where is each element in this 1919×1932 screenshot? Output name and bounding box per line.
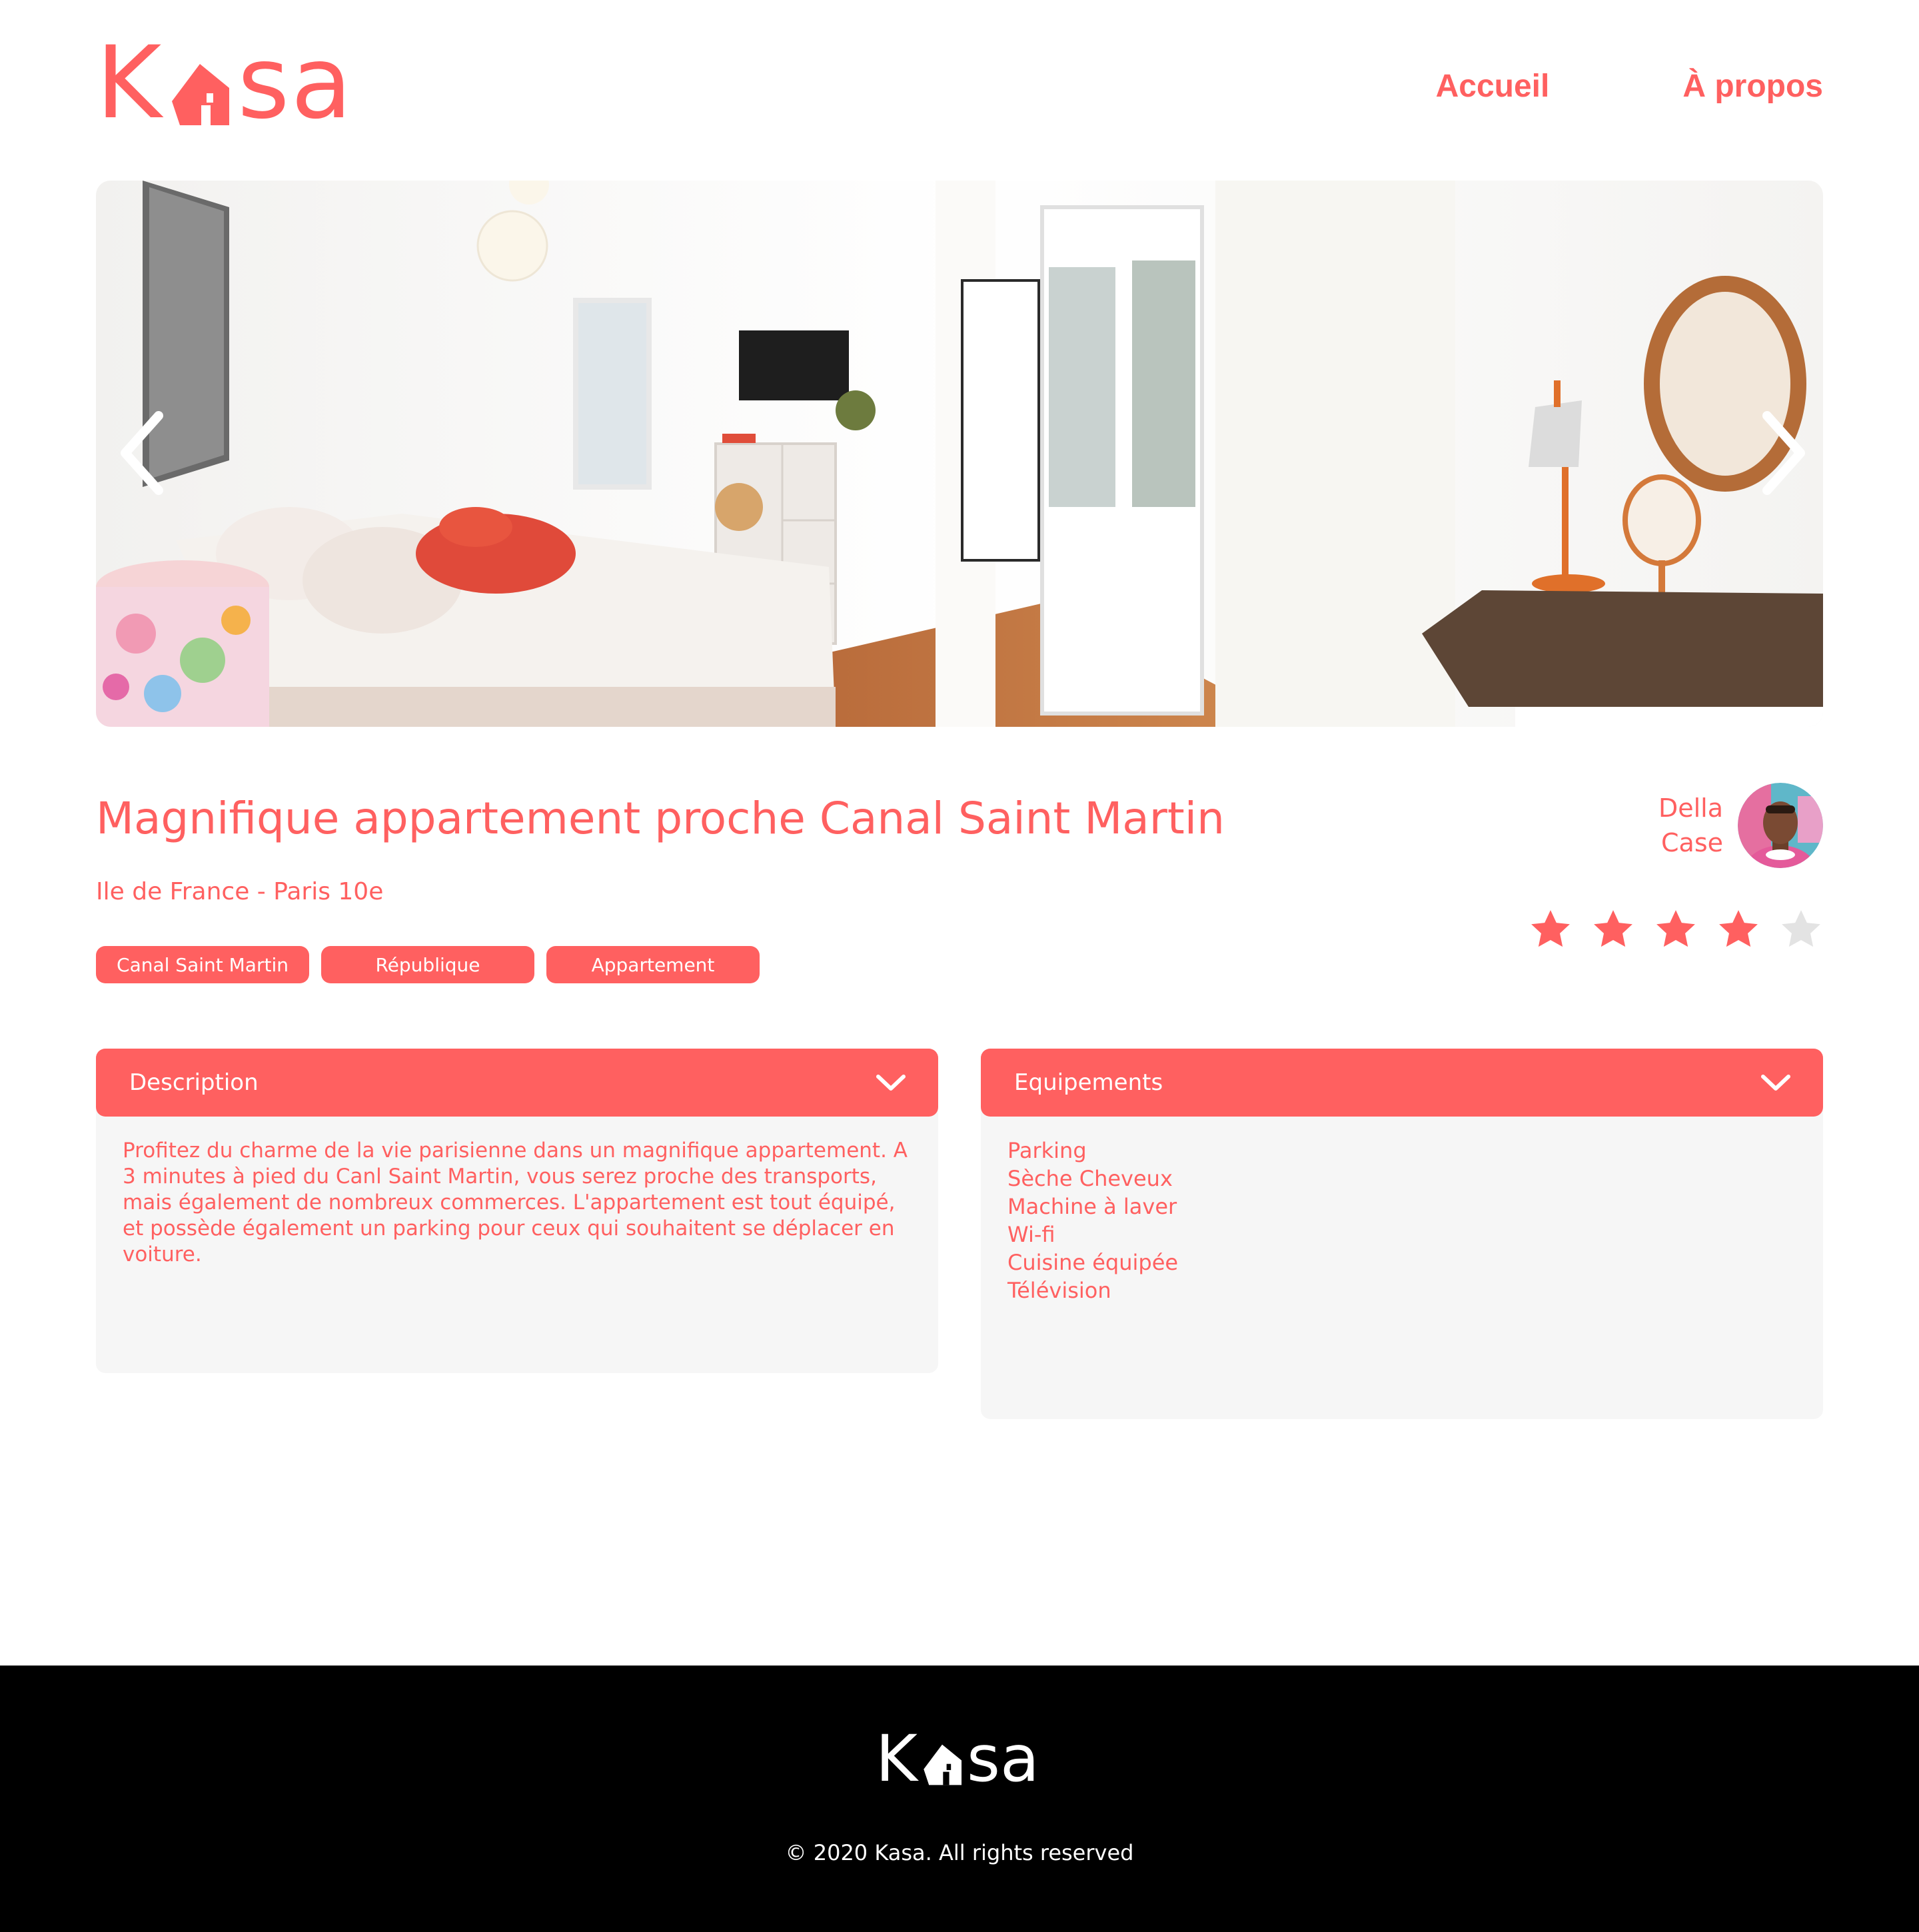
logo-letter-k: K [96, 25, 163, 141]
description-panel: Profitez du charme de la vie parisienne … [96, 1103, 938, 1373]
equipments-panel: Parking Sèche Cheveux Machine à laver Wi… [981, 1103, 1823, 1419]
equipment-item: Wi-fi [1007, 1222, 1055, 1247]
nav-link-home[interactable]: Accueil [1436, 68, 1550, 105]
equipment-item: Parking [1007, 1138, 1087, 1163]
chevron-left-icon[interactable] [113, 406, 173, 500]
host-name: Della Case [1643, 791, 1723, 860]
nav-link-about[interactable]: À propos [1682, 68, 1823, 105]
kasa-logo[interactable]: K sa [96, 33, 353, 133]
description-toggle[interactable]: Description [96, 1049, 938, 1117]
tag: République [321, 946, 534, 983]
footer-logo-letter-k: K [876, 1721, 918, 1796]
apartment-photo [96, 181, 1823, 727]
star-icon [1656, 910, 1695, 947]
host-card: Della Case [1643, 783, 1823, 868]
star-icon [1719, 910, 1758, 947]
logo-letters-sa: sa [237, 25, 354, 141]
star-empty-icon [1782, 910, 1820, 947]
site-header: K sa Accueil À propos [96, 33, 1823, 133]
equipment-item: Cuisine équipée [1007, 1250, 1179, 1275]
tag: Appartement [546, 946, 760, 983]
equipments-label: Equipements [1014, 1069, 1163, 1096]
site-footer: K sa © 2020 Kasa. All rights reserved [0, 1666, 1919, 1932]
host-first-name: Della [1658, 793, 1723, 823]
listing-location: Ile de France - Paris 10e [96, 878, 384, 905]
house-icon [172, 64, 230, 125]
star-icon [1531, 910, 1570, 947]
description-text: Profitez du charme de la vie parisienne … [123, 1139, 908, 1266]
description-collapse: Description Profitez du charme de la vie… [96, 1049, 938, 1373]
tag: Canal Saint Martin [96, 946, 309, 983]
star-icon [1594, 910, 1632, 947]
listing-title: Magnifique appartement proche Canal Sain… [96, 793, 1225, 844]
footer-logo: K sa [876, 1727, 1039, 1791]
description-label: Description [129, 1069, 259, 1096]
equipment-item: Machine à laver [1007, 1194, 1177, 1219]
host-last-name: Case [1661, 828, 1723, 857]
avatar [1738, 783, 1823, 868]
image-carousel [96, 181, 1823, 727]
rating-stars [1529, 907, 1823, 951]
footer-logo-letters-sa: sa [966, 1721, 1039, 1796]
chevron-down-icon[interactable] [1759, 1071, 1792, 1094]
tag-list: Canal Saint Martin République Appartemen… [96, 946, 760, 983]
equipments-toggle[interactable]: Equipements [981, 1049, 1823, 1117]
house-icon [924, 1744, 961, 1785]
equipments-collapse: Equipements Parking Sèche Cheveux Machin… [981, 1049, 1823, 1419]
equipment-item: Télévision [1007, 1278, 1111, 1303]
equipment-item: Sèche Cheveux [1007, 1166, 1173, 1191]
main-nav: Accueil À propos [1436, 68, 1823, 105]
chevron-right-icon[interactable] [1752, 406, 1812, 500]
chevron-down-icon[interactable] [874, 1071, 908, 1094]
copyright-text: © 2020 Kasa. All rights reserved [785, 1840, 1134, 1865]
